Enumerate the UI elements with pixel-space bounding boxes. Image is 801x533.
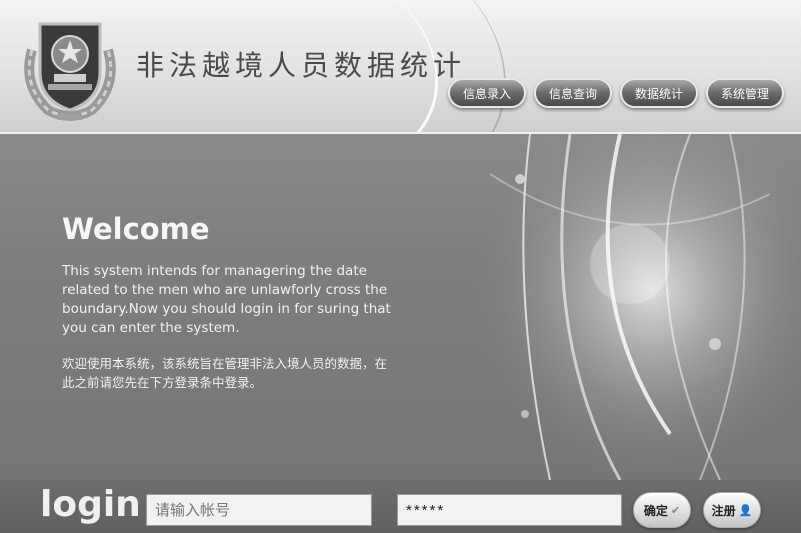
- confirm-button[interactable]: 确定 ✔: [633, 492, 691, 528]
- police-emblem-icon: [24, 22, 116, 121]
- main-nav: 信息录入 信息查询 数据统计 系统管理: [448, 78, 784, 108]
- light-streaks-decoration: [470, 134, 801, 480]
- login-bar: login 确定 ✔ 注册 👤: [0, 480, 801, 533]
- confirm-button-label: 确定: [643, 503, 668, 518]
- nav-info-query-button[interactable]: 信息查询: [534, 78, 612, 108]
- checkmark-icon: ✔: [670, 503, 681, 517]
- header: 非法越境人员数据统计 信息录入 信息查询 数据统计 系统管理: [0, 0, 801, 134]
- register-button-label: 注册: [711, 503, 736, 518]
- nav-system-admin-button[interactable]: 系统管理: [706, 78, 784, 108]
- register-button[interactable]: 注册 👤: [703, 492, 761, 528]
- login-label: login: [40, 484, 141, 525]
- username-input[interactable]: [146, 494, 372, 526]
- welcome-heading: Welcome: [62, 212, 210, 246]
- nav-data-stats-button[interactable]: 数据统计: [620, 78, 698, 108]
- nav-info-entry-button[interactable]: 信息录入: [448, 78, 526, 108]
- welcome-panel: Welcome This system intends for manageri…: [0, 134, 801, 480]
- app-title: 非法越境人员数据统计: [136, 49, 467, 82]
- password-input[interactable]: [397, 494, 622, 526]
- welcome-text-english: This system intends for managering the d…: [62, 263, 391, 336]
- user-icon: 👤: [738, 503, 753, 517]
- welcome-text-chinese: 欢迎使用本系统，该系统旨在管理非法入境人员的数据，在此之前请您先在下方登录条中登…: [62, 356, 388, 390]
